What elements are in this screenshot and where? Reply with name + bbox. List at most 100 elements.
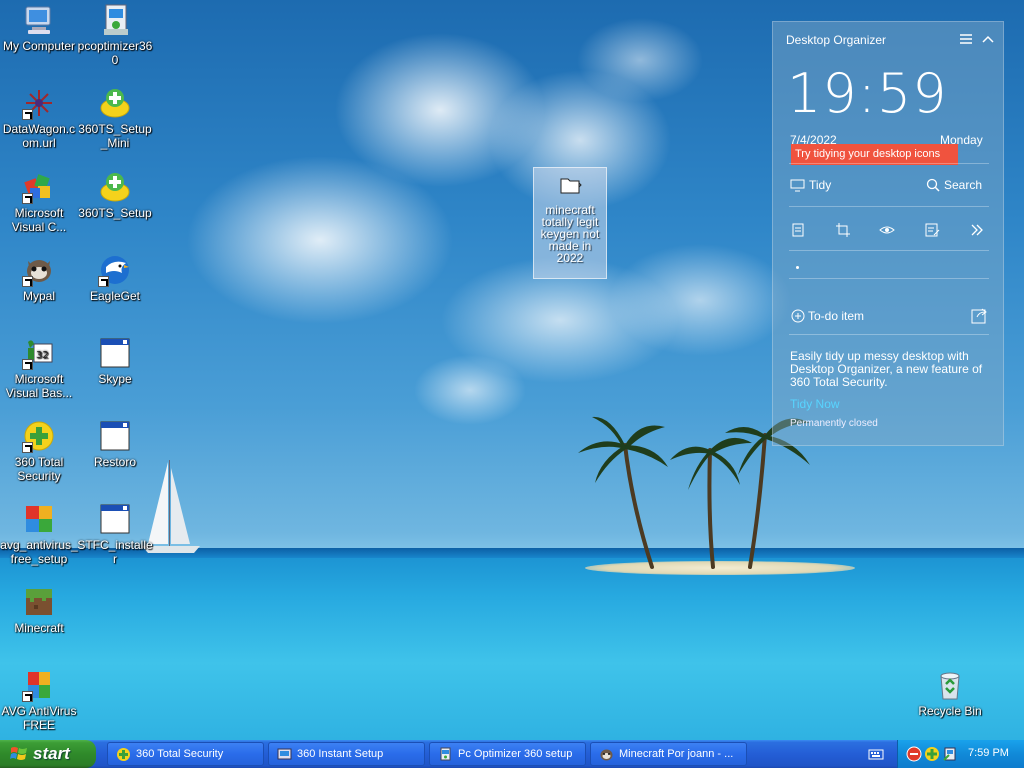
desktop-icon-visual-basic[interactable]: 32 Microsoft Visual Bas... bbox=[0, 336, 78, 400]
task-label: 360 Instant Setup bbox=[297, 748, 384, 760]
organizer-divider bbox=[789, 278, 989, 279]
shortcut-arrow-icon bbox=[22, 442, 33, 453]
shortcut-arrow-icon bbox=[22, 276, 33, 287]
360ts-setup-icon bbox=[98, 170, 132, 204]
desktop-icon-label: STFC_installer bbox=[77, 538, 153, 566]
desktop-icon-mypal[interactable]: Mypal bbox=[0, 253, 78, 303]
todo-label: To-do item bbox=[808, 309, 865, 323]
add-todo-button[interactable]: To-do item bbox=[791, 309, 864, 323]
desktop-icon-label: My Computer bbox=[2, 39, 76, 53]
shortcut-arrow-icon bbox=[22, 109, 33, 120]
permanently-closed-link[interactable]: Permanently closed bbox=[790, 418, 878, 429]
desktop-icon-avg-setup[interactable]: avg_antivirus_free_setup bbox=[0, 502, 78, 566]
organizer-divider bbox=[789, 250, 989, 251]
task-label: 360 Total Security bbox=[136, 748, 224, 760]
stop-sign-icon[interactable] bbox=[906, 746, 922, 762]
share-icon[interactable] bbox=[971, 307, 988, 324]
total-security-tray-icon[interactable] bbox=[924, 746, 940, 762]
chevron-up-icon[interactable] bbox=[981, 32, 995, 46]
organizer-title: Desktop Organizer bbox=[786, 33, 887, 47]
desktop-icon-360ts-setup-mini[interactable]: 360TS_Setup_Mini bbox=[76, 86, 154, 150]
organizer-description: Easily tidy up messy desktop with Deskto… bbox=[790, 349, 983, 389]
desktop-icon-my-computer[interactable]: My Computer bbox=[0, 3, 78, 53]
datawagon-icon bbox=[22, 86, 56, 120]
desktop-icon-label: 360 Total Security bbox=[14, 455, 64, 483]
my-computer-icon bbox=[22, 3, 56, 37]
desktop-icon-label: EagleGet bbox=[89, 289, 141, 303]
eye-icon[interactable] bbox=[879, 222, 895, 238]
desktop-icon-pcoptimizer[interactable]: pcoptimizer360 bbox=[76, 3, 154, 67]
crop-icon[interactable] bbox=[835, 222, 851, 238]
desktop-icon-label: 360TS_Setup_Mini bbox=[78, 122, 152, 150]
plus-circle-icon bbox=[791, 309, 805, 323]
folder-icon bbox=[558, 174, 582, 198]
avg-setup-icon bbox=[22, 502, 56, 536]
visual-c-icon bbox=[22, 170, 56, 204]
start-button[interactable]: start bbox=[0, 740, 96, 768]
total-security-icon bbox=[117, 747, 130, 761]
desktop-icon-label: Mypal bbox=[22, 289, 55, 303]
keyboard-icon[interactable] bbox=[868, 747, 884, 761]
desktop-icon-stfc-installer[interactable]: STFC_installer bbox=[76, 502, 154, 566]
desktop-organizer-panel: Desktop Organizer 19:59 7/4/2022 Monday … bbox=[772, 21, 1004, 446]
desktop-icon-datawagon[interactable]: DataWagon.com.url bbox=[0, 86, 78, 150]
search-icon bbox=[926, 178, 940, 192]
search-button[interactable]: Search bbox=[926, 178, 982, 192]
desktop-icon-label: Minecraft bbox=[14, 621, 64, 635]
windows-logo-icon bbox=[10, 747, 27, 760]
notes-icon[interactable] bbox=[924, 222, 940, 238]
desktop-icon-label: Restoro bbox=[93, 455, 137, 469]
recycle-bin-icon bbox=[933, 668, 967, 702]
desktop-icon-recycle-bin[interactable]: Recycle Bin bbox=[911, 668, 989, 718]
skype-icon bbox=[98, 336, 132, 370]
desktop-icon-360ts-setup[interactable]: 360TS_Setup bbox=[76, 170, 154, 220]
taskbar-button-minecraft-browser[interactable]: Minecraft Por joann - ... bbox=[590, 742, 747, 766]
pagination-dot bbox=[796, 266, 799, 269]
taskbar-button-360-total-security[interactable]: 360 Total Security bbox=[107, 742, 264, 766]
total-security-icon bbox=[22, 419, 56, 453]
tidy-button[interactable]: Tidy bbox=[790, 178, 831, 192]
system-tray: 7:59 PM bbox=[897, 740, 1024, 768]
organizer-divider bbox=[789, 163, 989, 164]
taskbar-button-360-instant-setup[interactable]: 360 Instant Setup bbox=[268, 742, 425, 766]
desktop-icon-restoro[interactable]: Restoro bbox=[76, 419, 154, 469]
shortcut-arrow-icon bbox=[22, 193, 33, 204]
taskbar-clock: 7:59 PM bbox=[968, 747, 1009, 759]
shortcut-arrow-icon bbox=[98, 276, 109, 287]
monitor-icon bbox=[790, 179, 805, 191]
restoro-icon bbox=[98, 419, 132, 453]
desktop-icon-visual-c[interactable]: Microsoft Visual C... bbox=[0, 170, 78, 234]
desktop-icon-skype[interactable]: Skype bbox=[76, 336, 154, 386]
taskbar: start 360 Total Security 360 Instant Set… bbox=[0, 740, 1024, 768]
desktop-icon-360-total-security[interactable]: 360 Total Security bbox=[0, 419, 78, 483]
menu-icon[interactable] bbox=[959, 32, 973, 46]
desktop-icon-label: AVG AntiVirus FREE bbox=[1, 704, 77, 732]
double-chevron-right-icon[interactable] bbox=[969, 222, 985, 238]
desktop-icon-minecraft[interactable]: Minecraft bbox=[0, 585, 78, 635]
wallpaper-sea bbox=[0, 548, 1024, 740]
tidy-label: Tidy bbox=[809, 178, 832, 192]
svg-text:32: 32 bbox=[36, 350, 49, 361]
360ts-setup-mini-icon bbox=[98, 86, 132, 120]
search-label: Search bbox=[944, 178, 983, 192]
shortcut-arrow-icon bbox=[22, 359, 33, 370]
task-label: Minecraft Por joann - ... bbox=[619, 748, 734, 760]
desktop-icon-label: Microsoft Visual Bas... bbox=[5, 372, 73, 400]
folder-label: minecraft totally legit keygen not made … bbox=[540, 203, 600, 265]
desktop-folder-minecraft-keygen[interactable]: minecraft totally legit keygen not made … bbox=[533, 167, 607, 279]
task-label: Pc Optimizer 360 setup bbox=[458, 748, 573, 760]
desktop-icon-avg-antivirus[interactable]: AVG AntiVirus FREE bbox=[0, 668, 78, 732]
desktop-icon-eagleget[interactable]: EagleGet bbox=[76, 253, 154, 303]
organizer-divider bbox=[789, 334, 989, 335]
pcoptimizer-icon bbox=[440, 747, 451, 760]
pcoptimizer-tray-icon[interactable] bbox=[942, 746, 958, 762]
visual-basic-icon: 32 bbox=[22, 336, 56, 370]
start-label: start bbox=[33, 744, 70, 763]
tidy-now-link[interactable]: Tidy Now bbox=[790, 397, 840, 411]
files-icon[interactable] bbox=[790, 222, 806, 238]
pcoptimizer-icon bbox=[98, 3, 132, 37]
taskbar-button-pc-optimizer-setup[interactable]: Pc Optimizer 360 setup bbox=[429, 742, 586, 766]
desktop-icon-label: DataWagon.com.url bbox=[2, 122, 76, 150]
organizer-divider bbox=[789, 206, 989, 207]
desktop-icon-label: pcoptimizer360 bbox=[77, 39, 153, 67]
